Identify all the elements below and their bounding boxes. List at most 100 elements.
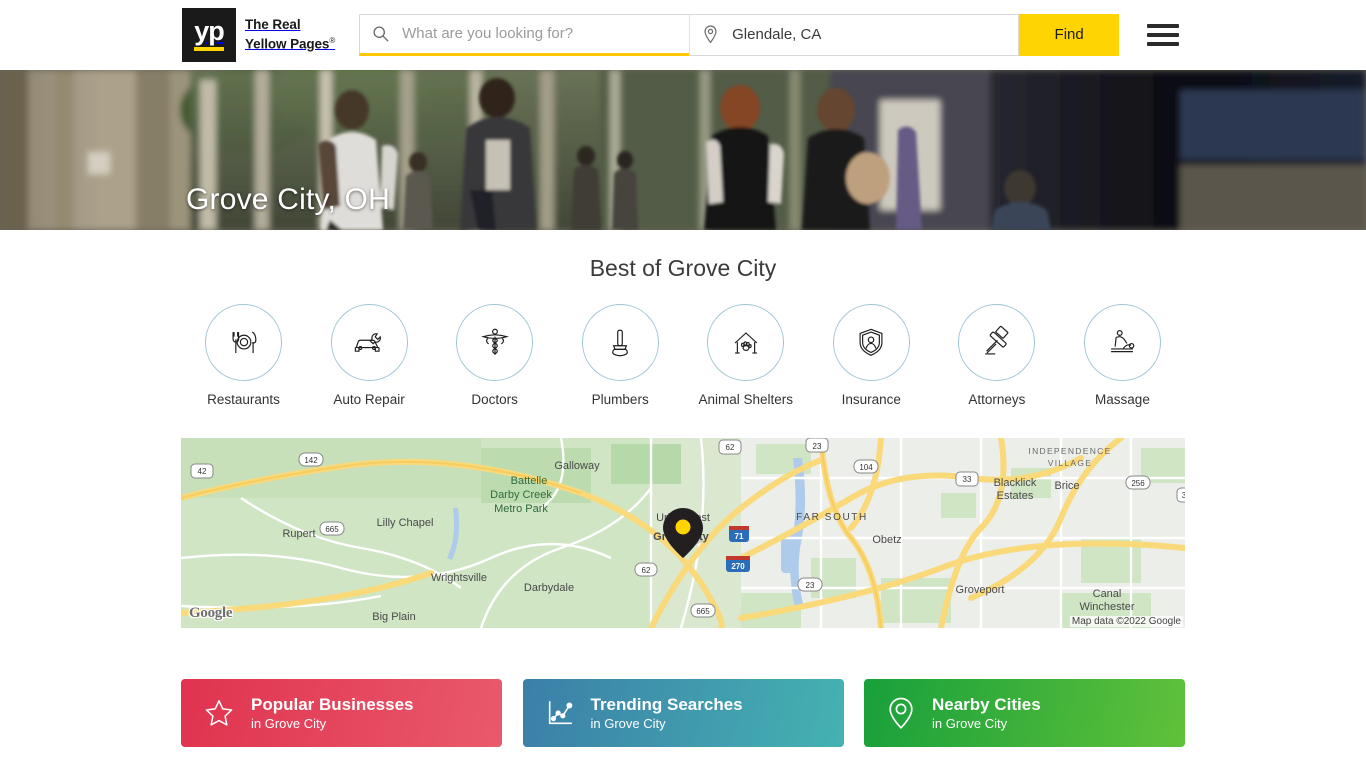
category-label: Animal Shelters [698,392,794,407]
yp-logo-mark: yp [182,7,236,62]
category-label: Doctors [471,392,518,407]
svg-text:VILLAGE: VILLAGE [1048,458,1093,468]
quick-links-cards: Popular Businesses in Grove City Trendin… [181,679,1185,747]
category-label: Massage [1095,392,1150,407]
star-icon [203,697,235,729]
category-list: Restaurants Auto Repair Doctors Plumbers… [181,304,1185,407]
svg-text:256: 256 [1131,479,1145,488]
svg-text:Rupert: Rupert [282,528,315,540]
gavel-icon [958,304,1036,381]
search-icon [372,25,389,42]
category-restaurants[interactable]: Restaurants [181,304,306,407]
site-header: yp The Real Yellow Pages® What are you l… [0,0,1366,70]
map-widget[interactable]: 42 142 665 62 665 62 23 23 104 33 256 71… [181,438,1185,628]
category-massage[interactable]: Massage [1060,304,1185,407]
hamburger-menu-icon[interactable] [1147,23,1180,46]
plunger-icon [581,304,659,381]
card-subtitle: in Grove City [932,715,1008,731]
svg-text:Blacklick: Blacklick [994,477,1037,489]
svg-text:665: 665 [696,607,710,616]
card-text: Nearby Cities in Grove City [932,694,1041,733]
svg-text:33: 33 [963,475,972,484]
category-doctors[interactable]: Doctors [432,304,557,407]
search-bar: Find [359,13,1120,56]
svg-text:FAR SOUTH: FAR SOUTH [796,512,868,523]
svg-text:23: 23 [806,581,815,590]
svg-text:Wrightsville: Wrightsville [431,572,487,584]
yp-logo[interactable]: yp The Real Yellow Pages® [182,7,335,62]
search-where-field[interactable] [689,13,1020,56]
svg-text:Metro Park: Metro Park [494,503,548,515]
card-subtitle: in Grove City [590,715,666,731]
category-label: Plumbers [591,392,649,407]
category-auto-repair[interactable]: Auto Repair [307,304,432,407]
svg-text:665: 665 [325,525,339,534]
card-title: Trending Searches [590,694,743,714]
shield-person-icon [832,304,910,381]
svg-text:Winchester: Winchester [1079,601,1134,613]
svg-text:142: 142 [304,456,318,465]
svg-text:Lilly Chapel: Lilly Chapel [377,517,434,529]
massage-icon [1083,304,1161,381]
yp-logo-line2: Yellow Pages [245,36,330,52]
svg-text:Darbydale: Darbydale [524,582,574,594]
card-popular-businesses[interactable]: Popular Businesses in Grove City [181,679,502,747]
svg-text:Darby Creek: Darby Creek [490,489,552,501]
category-label: Auto Repair [333,392,405,407]
hero-banner: Grove City, OH [0,70,1366,230]
map-attribution: Map data ©2022 Google [1069,616,1183,627]
category-label: Attorneys [968,392,1026,407]
card-trending-searches[interactable]: Trending Searches in Grove City [522,679,844,747]
card-nearby-cities[interactable]: Nearby Cities in Grove City [864,679,1185,747]
hamburger-line-3 [1147,41,1180,46]
card-subtitle: in Grove City [251,715,327,731]
svg-text:Estates: Estates [997,490,1034,502]
svg-text:62: 62 [642,566,651,575]
category-plumbers[interactable]: Plumbers [558,304,683,407]
card-text: Popular Businesses in Grove City [251,694,414,733]
map-canvas: 42 142 665 62 665 62 23 23 104 33 256 71… [181,438,1185,628]
search-input[interactable] [400,24,680,43]
svg-text:71: 71 [735,532,744,541]
restaurant-icon [205,304,282,381]
trending-chart-icon [545,698,575,728]
search-what-field[interactable] [359,13,690,56]
car-wrench-icon [330,304,408,381]
svg-text:Groveport: Groveport [956,584,1005,596]
map-pin-icon [702,25,719,44]
svg-text:42: 42 [198,467,207,476]
svg-text:Battelle: Battelle [511,475,548,487]
google-logo: Google [189,605,233,621]
svg-text:270: 270 [731,562,745,571]
hamburger-line-2 [1147,32,1180,37]
yp-logo-line1: The Real [245,17,301,33]
yp-logo-text: The Real Yellow Pages® [245,17,335,52]
page-title: Grove City, OH [186,183,390,216]
svg-text:Obetz: Obetz [872,534,901,546]
svg-text:23: 23 [813,442,822,451]
yp-logo-underline [194,47,224,51]
yp-logo-letters: yp [194,16,224,46]
category-animal-shelters[interactable]: Animal Shelters [683,304,808,407]
svg-text:Canal: Canal [1093,588,1122,600]
best-of-heading: Best of Grove City [589,255,777,281]
card-text: Trending Searches in Grove City [591,694,743,733]
category-label: Insurance [841,392,901,407]
category-insurance[interactable]: Insurance [809,304,934,407]
location-input[interactable] [730,25,1009,44]
card-title: Popular Businesses [251,694,414,714]
svg-text:Big Plain: Big Plain [372,611,415,623]
find-button[interactable]: Find [1019,13,1120,56]
category-label: Restaurants [207,392,280,407]
svg-text:Galloway: Galloway [554,460,600,472]
svg-text:104: 104 [859,463,873,472]
category-attorneys[interactable]: Attorneys [934,304,1059,407]
svg-text:62: 62 [726,443,735,452]
yp-logo-trademark: ® [329,35,336,45]
svg-text:3: 3 [1182,491,1185,500]
pet-house-icon [707,304,785,381]
svg-text:INDEPENDENCE: INDEPENDENCE [1028,446,1111,456]
map-pin-outline-icon [886,696,916,730]
hamburger-line-1 [1147,23,1180,28]
svg-text:Brice: Brice [1054,480,1079,492]
